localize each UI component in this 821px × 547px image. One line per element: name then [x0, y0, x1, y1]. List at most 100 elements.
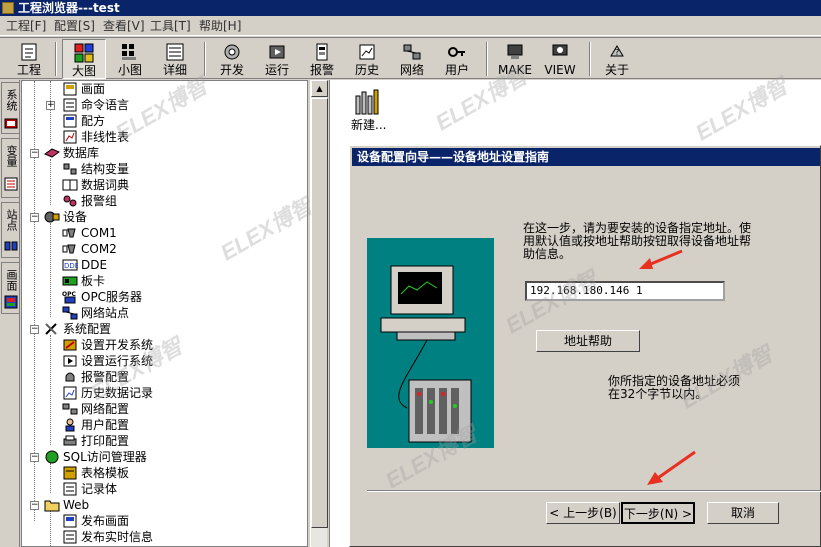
printer-icon — [63, 435, 77, 446]
toolbar-small-icons-button[interactable]: 小图 — [110, 39, 150, 79]
annotation-arrow-icon — [647, 450, 696, 485]
menu-view[interactable]: 查看[V] — [103, 18, 145, 34]
menu-tools[interactable]: 工具[T] — [150, 18, 191, 34]
toolbar-alarm-button[interactable]: 报警 — [302, 39, 342, 79]
tab-label: 站点 — [5, 209, 18, 231]
menu-bar: 工程[F] 配置[S] 查看[V] 工具[T] 帮助[H] — [0, 16, 821, 36]
toolbar-label: 详细 — [162, 63, 187, 77]
opc-server-icon: OPC — [62, 291, 76, 304]
tree-guide-line — [50, 463, 51, 493]
toolbar-make-button[interactable]: MAKE — [494, 39, 536, 79]
menu-help[interactable]: 帮助[H] — [199, 18, 241, 34]
folder-icon — [44, 500, 60, 512]
cancel-button[interactable]: 取消 — [707, 502, 779, 524]
tab-label: 变量 — [5, 145, 18, 167]
tab-variables[interactable]: 变量 — [1, 138, 19, 198]
network-station-icon — [62, 306, 78, 320]
large-icons-icon — [74, 43, 94, 63]
wizard-illustration — [367, 238, 494, 448]
record-icon — [63, 482, 77, 496]
tools-icon — [45, 323, 57, 335]
alarm-config-icon — [65, 372, 75, 382]
network-icon — [403, 44, 421, 60]
next-button[interactable]: 下一步(N) > — [621, 502, 695, 524]
project-tree[interactable]: 画面 + 命令语言 配方 非线性表 − 数据库 结构变量 数据词典 报警组 − … — [21, 80, 308, 547]
variables-tab-icon — [4, 177, 18, 191]
toolbar-separator — [204, 42, 206, 76]
tree-expander[interactable]: − — [30, 149, 39, 158]
toolbar-large-icons-button[interactable]: 大图 — [62, 39, 106, 79]
toolbar-develop-button[interactable]: 开发 — [212, 39, 252, 79]
toolbar-label: 用户 — [444, 63, 469, 77]
serial-port-icon — [62, 228, 76, 238]
toolbar-user-button[interactable]: 用户 — [437, 39, 477, 79]
menu-config[interactable]: 配置[S] — [54, 18, 95, 34]
toolbar-label: 小图 — [117, 63, 142, 77]
device-address-input[interactable]: 192.168.180.146 1 — [525, 281, 725, 301]
run-settings-icon — [63, 355, 77, 367]
toolbar-view-button[interactable]: VIEW — [540, 39, 580, 79]
tree-scrollbar[interactable]: ▲ — [310, 80, 328, 547]
toolbar-details-button[interactable]: 详细 — [155, 39, 195, 79]
board-icon — [62, 276, 78, 286]
publish-screen-icon — [63, 514, 77, 528]
device-config-wizard-dialog: 设备配置向导——设备地址设置指南 在这一步，请为要安装的设备指定地址。使用默认值… — [349, 145, 821, 547]
serial-port-icon — [62, 244, 76, 254]
publish-realtime-icon — [63, 530, 77, 544]
dialog-title[interactable]: 设备配置向导——设备地址设置指南 — [352, 148, 820, 166]
tree-expander[interactable]: − — [30, 453, 39, 462]
tree-expander[interactable]: + — [46, 101, 55, 110]
toolbar-about-button[interactable]: ? 关于 — [597, 39, 637, 79]
tab-stations[interactable]: 站点 — [1, 202, 19, 258]
svg-text:?: ? — [615, 48, 619, 57]
make-icon — [507, 44, 523, 59]
table-template-icon — [63, 466, 77, 480]
toolbar-separator — [589, 42, 591, 76]
window-titlebar[interactable]: 工程浏览器---test — [0, 0, 821, 16]
annotation-arrow-icon — [639, 249, 683, 269]
toolbar-run-button[interactable]: 运行 — [257, 39, 297, 79]
tree-guide-line — [50, 335, 51, 445]
tab-system[interactable]: 系统 — [1, 82, 19, 134]
address-help-button[interactable]: 地址帮助 — [536, 330, 640, 352]
recipe-icon — [63, 114, 77, 128]
toolbar-label: MAKE — [497, 63, 532, 77]
toolbar-network-button[interactable]: 网络 — [392, 39, 432, 79]
menu-project[interactable]: 工程[F] — [6, 18, 46, 34]
toolbar-separator — [55, 42, 57, 76]
back-button[interactable]: < 上一步(B) — [546, 502, 620, 524]
tab-label: 画面 — [5, 269, 18, 291]
app-icon — [2, 2, 14, 14]
alarm-icon — [316, 43, 328, 61]
project-icon — [21, 43, 37, 61]
scroll-thumb[interactable] — [311, 98, 328, 528]
new-item-icon[interactable] — [354, 88, 382, 116]
tree-guide-line — [50, 223, 51, 317]
user-icon — [448, 47, 465, 57]
screens-tab-icon — [4, 295, 18, 309]
toolbar-project-button[interactable]: 工程 — [8, 39, 50, 79]
tree-expander[interactable]: − — [30, 325, 39, 334]
tree-guide-line — [50, 511, 51, 546]
details-icon — [166, 43, 184, 61]
toolbar-label: 网络 — [399, 63, 424, 77]
user-config-icon — [65, 418, 75, 432]
tab-screens[interactable]: 画面 — [1, 262, 19, 314]
stations-tab-icon — [4, 241, 18, 251]
toolbar-label: 工程 — [16, 63, 41, 77]
screen-icon — [63, 82, 77, 96]
new-item-label[interactable]: 新建... — [351, 118, 386, 132]
tree-expander[interactable]: − — [30, 501, 39, 510]
dde-icon: DDE — [62, 259, 78, 271]
computer-device-illustration-icon — [380, 265, 472, 443]
toolbar-history-button[interactable]: 历史 — [347, 39, 387, 79]
scroll-up-button[interactable]: ▲ — [311, 80, 328, 97]
dialog-separator — [367, 490, 821, 492]
toolbar-label: VIEW — [544, 63, 576, 77]
small-icons-icon — [122, 44, 136, 60]
toolbar-label: 运行 — [264, 63, 289, 77]
toolbar-label: 大图 — [71, 64, 96, 78]
tree-expander[interactable]: − — [30, 213, 39, 222]
view-icon — [552, 44, 568, 56]
command-language-icon — [63, 98, 77, 112]
